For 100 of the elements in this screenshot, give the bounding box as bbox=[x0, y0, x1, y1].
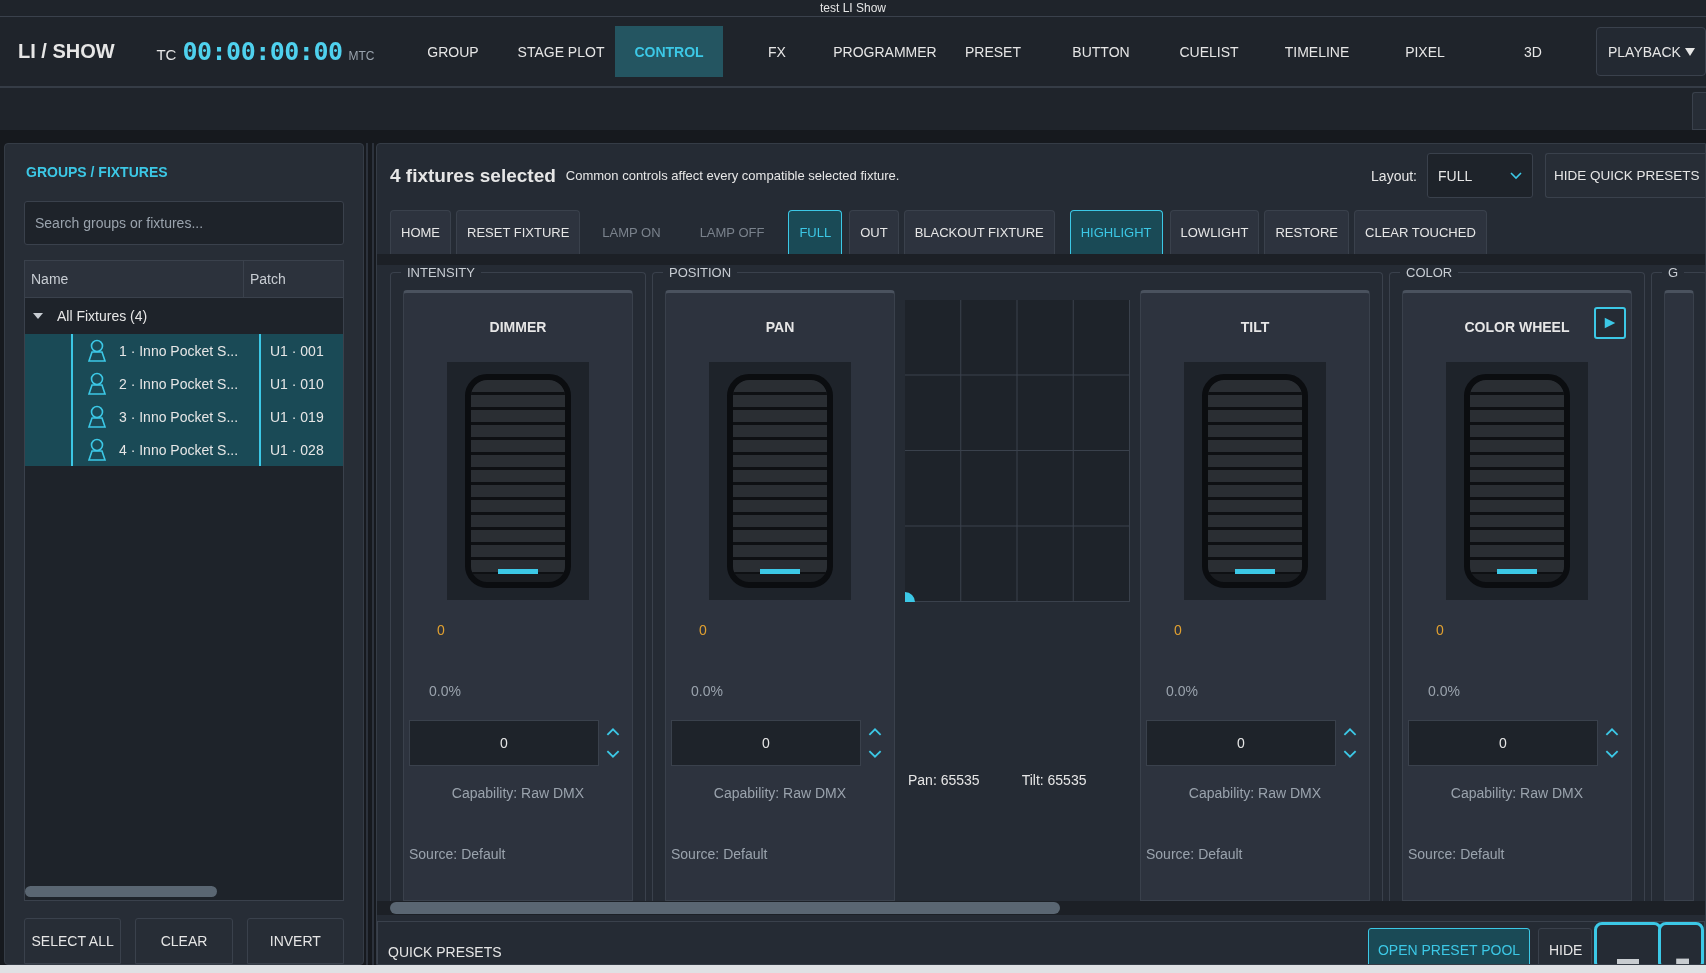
timecode: 00:00:00:00 bbox=[182, 37, 343, 67]
chevron-up-icon bbox=[1343, 727, 1357, 737]
fixture-row[interactable]: 3 · Inno Pocket S... U1 · 019 bbox=[25, 400, 343, 434]
channel-name: DIMMER bbox=[489, 319, 547, 337]
pan-reading: Pan: 65535 bbox=[908, 772, 980, 789]
fixture-icon bbox=[87, 338, 107, 363]
fixture-icon bbox=[87, 404, 107, 429]
hint-text: Common controls affect every compatible selected fixture. bbox=[565, 168, 900, 184]
fixture-patch: U1 · 028 bbox=[269, 440, 324, 460]
channel-name: TILT bbox=[1240, 319, 1270, 337]
dmx-value: 0 bbox=[1174, 622, 1182, 639]
source-text: Source: Default bbox=[1146, 846, 1243, 863]
value-input[interactable]: 0 bbox=[409, 720, 599, 767]
chevron-up-icon bbox=[868, 727, 882, 737]
capability-text: Capability: Raw DMX bbox=[1450, 785, 1584, 802]
fixture-patch: U1 · 010 bbox=[269, 374, 324, 394]
dmx-value: 0 bbox=[699, 622, 707, 639]
mtc-label: MTC bbox=[348, 49, 375, 64]
panel-button[interactable]: INVERT bbox=[246, 918, 344, 965]
capability-text: Capability: Raw DMX bbox=[451, 785, 585, 802]
action-button[interactable]: LOWLIGHT bbox=[1169, 210, 1260, 255]
nav-tab[interactable]: TIMELINE bbox=[1263, 26, 1371, 78]
percent-value: 0.0% bbox=[429, 683, 461, 700]
fader-thumb[interactable] bbox=[1235, 569, 1275, 575]
tree-group-label[interactable]: All Fixtures (4) bbox=[57, 308, 148, 325]
fixture-row[interactable]: 1 · Inno Pocket S... U1 · 001 bbox=[25, 334, 343, 368]
fixture-row[interactable]: 2 · Inno Pocket S... U1 · 010 bbox=[25, 367, 343, 401]
fixture-patch: U1 · 019 bbox=[269, 407, 324, 427]
fixture-row[interactable]: 4 · Inno Pocket S... U1 · 028 bbox=[25, 433, 343, 467]
preset-button[interactable] bbox=[1658, 922, 1704, 965]
chevron-up-icon bbox=[1605, 727, 1619, 737]
fader-thumb[interactable] bbox=[760, 569, 800, 575]
channel-name: COLOR WHEEL bbox=[1464, 319, 1570, 337]
scrollbar-thumb[interactable] bbox=[390, 902, 1060, 915]
fader-thumb[interactable] bbox=[1497, 569, 1537, 575]
percent-value: 0.0% bbox=[1428, 683, 1460, 700]
nav-tab[interactable]: STAGE PLOT bbox=[507, 26, 615, 78]
fixture-name: 1 · Inno Pocket S... bbox=[119, 342, 239, 359]
nav-tab[interactable]: PROGRAMMER bbox=[831, 26, 939, 78]
panel-button[interactable]: CLEAR bbox=[135, 918, 233, 965]
nav-tab[interactable]: PRESET bbox=[939, 26, 1047, 78]
dmx-value: 0 bbox=[437, 622, 445, 639]
chevron-down-icon bbox=[1343, 750, 1357, 760]
percent-value: 0.0% bbox=[691, 683, 723, 700]
nav-tab[interactable]: GROUP bbox=[399, 26, 507, 78]
action-button[interactable]: CLEAR TOUCHED bbox=[1354, 210, 1487, 255]
capability-text: Capability: Raw DMX bbox=[1188, 785, 1322, 802]
column-header[interactable]: Name bbox=[25, 261, 244, 298]
play-icon bbox=[1603, 316, 1617, 331]
source-text: Source: Default bbox=[671, 846, 768, 863]
action-button[interactable]: HOME bbox=[390, 210, 451, 255]
nav-tab[interactable]: CUELIST bbox=[1155, 26, 1263, 78]
value-input[interactable]: 0 bbox=[1146, 720, 1336, 767]
layout-label: Layout: bbox=[1371, 167, 1417, 184]
value-input[interactable]: 0 bbox=[671, 720, 861, 767]
fixture-name: 3 · Inno Pocket S... bbox=[119, 408, 239, 425]
source-text: Source: Default bbox=[409, 846, 506, 863]
panel-button[interactable]: SELECT ALL bbox=[24, 918, 122, 965]
nav-tab[interactable]: PIXEL bbox=[1371, 26, 1479, 78]
search-field[interactable]: Search groups or fixtures... bbox=[24, 200, 344, 246]
action-button[interactable]: OUT bbox=[849, 210, 899, 255]
action-button[interactable]: RESTORE bbox=[1264, 210, 1350, 255]
quick-presets-title: QUICK PRESETS bbox=[388, 944, 502, 961]
scrollbar-thumb[interactable] bbox=[25, 886, 217, 898]
nav-tab[interactable]: BUTTON bbox=[1047, 26, 1155, 78]
group-title: COLOR bbox=[1405, 265, 1454, 281]
selection-heading: 4 fixtures selected bbox=[390, 164, 556, 187]
action-button[interactable]: BLACKOUT FIXTURE bbox=[903, 210, 1055, 255]
column-header[interactable]: Patch bbox=[244, 261, 286, 298]
channel-name: PAN bbox=[765, 319, 795, 337]
fader-thumb[interactable] bbox=[498, 569, 538, 575]
chevron-up-icon bbox=[606, 727, 620, 737]
action-button[interactable]: FULL bbox=[788, 210, 843, 255]
open-preset-pool-button[interactable]: OPEN PRESET POOL bbox=[1368, 928, 1530, 965]
fixture-patch: U1 · 001 bbox=[269, 341, 324, 361]
source-text: Source: Default bbox=[1408, 846, 1505, 863]
hide-button[interactable]: HIDE bbox=[1538, 928, 1592, 965]
preset-button[interactable] bbox=[1594, 922, 1662, 965]
play-button[interactable] bbox=[1594, 307, 1626, 340]
window-title: test LI Show bbox=[819, 0, 886, 15]
nav-tab[interactable]: FX bbox=[723, 26, 831, 78]
chevron-down-icon bbox=[1605, 750, 1619, 760]
nav-tab[interactable]: CONTROL bbox=[615, 26, 723, 78]
action-button[interactable]: RESET FIXTURE bbox=[456, 210, 581, 255]
group-title: G bbox=[1667, 265, 1680, 281]
fixture-icon bbox=[87, 371, 107, 396]
value-input[interactable]: 0 bbox=[1408, 720, 1598, 767]
nav-tab[interactable]: 3D bbox=[1479, 26, 1587, 78]
layout-dropdown[interactable]: FULL bbox=[1427, 153, 1533, 199]
playback-menu[interactable]: PLAYBACK bbox=[1596, 27, 1706, 77]
action-button[interactable]: HIGHLIGHT bbox=[1069, 210, 1163, 255]
panel-title: GROUPS / FIXTURES bbox=[26, 164, 169, 181]
group-title: POSITION bbox=[668, 265, 733, 281]
tc-label: TC bbox=[156, 46, 177, 64]
chevron-down-icon bbox=[606, 750, 620, 760]
group-title: INTENSITY bbox=[406, 265, 476, 281]
capability-text: Capability: Raw DMX bbox=[713, 785, 847, 802]
fixture-name: 4 · Inno Pocket S... bbox=[119, 441, 239, 458]
tilt-reading: Tilt: 65535 bbox=[1021, 772, 1087, 789]
hide-presets-button[interactable]: HIDE QUICK PRESETS bbox=[1545, 153, 1705, 199]
